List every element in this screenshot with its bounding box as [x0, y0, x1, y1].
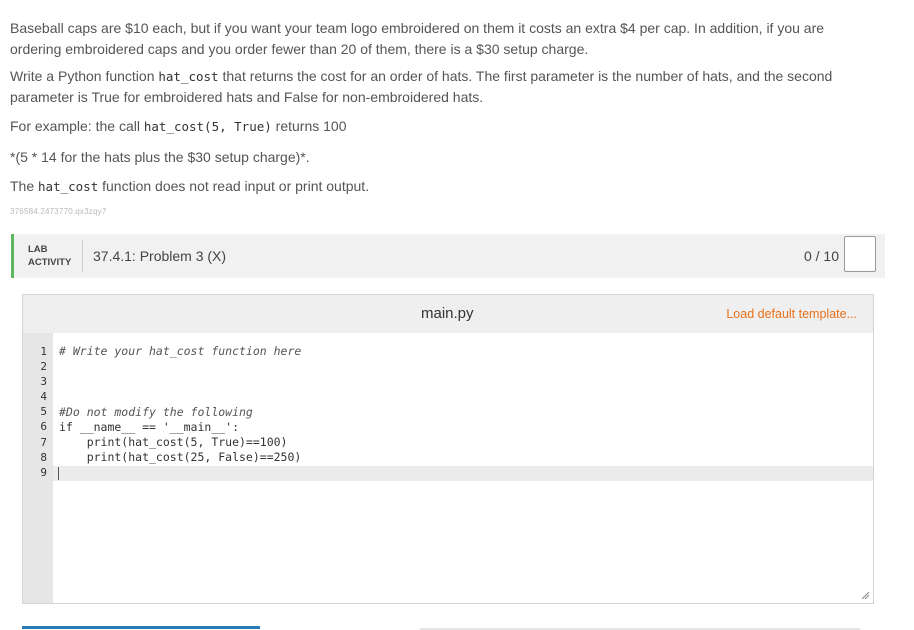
line-number: 6 — [40, 420, 47, 433]
code-editor: main.py Load default template... 1 2 3 4… — [22, 294, 874, 604]
code-line[interactable]: if __name__ == '__main__': — [59, 420, 239, 434]
code-input-area[interactable]: # Write your hat_cost function here #Do … — [53, 333, 873, 603]
lab-activity-label: LAB ACTIVITY — [28, 243, 71, 269]
line-number: 9 — [40, 466, 47, 479]
lab-title: 37.4.1: Problem 3 (X) — [93, 248, 227, 264]
line-number-gutter: 1 2 3 4 5 6 7 8 9 — [23, 333, 53, 603]
line-number: 2 — [40, 360, 47, 373]
next-section-bar — [22, 626, 260, 629]
line-number: 4 — [40, 390, 47, 403]
example-call: hat_cost(5, True) — [143, 119, 272, 134]
resize-handle-icon[interactable] — [862, 592, 869, 599]
example-text-post: returns 100 — [271, 118, 347, 134]
lab-score: 0 / 10 — [803, 248, 839, 264]
paragraph-io-note: The hat_cost function does not read inpu… — [10, 176, 369, 197]
score-completion-box — [844, 236, 876, 272]
code-line[interactable]: print(hat_cost(25, False)==250) — [59, 450, 302, 464]
lab-activity-header: LAB ACTIVITY 37.4.1: Problem 3 (X) 0 / 1… — [11, 234, 885, 278]
line-number: 7 — [40, 436, 47, 449]
paragraph-example: For example: the call hat_cost(5, True) … — [10, 116, 347, 137]
load-default-template-link[interactable]: Load default template... — [726, 307, 857, 321]
code-line[interactable]: print(hat_cost(5, True)==100) — [59, 435, 288, 449]
io-note-pre: The — [10, 178, 39, 194]
code-line[interactable]: #Do not modify the following — [59, 405, 253, 419]
io-note-post: function does not read input or print ou… — [98, 178, 370, 194]
example-text-pre: For example: the call — [10, 118, 144, 134]
paragraph-pricing: Baseball caps are $10 each, but if you w… — [10, 20, 825, 57]
line-number: 3 — [40, 375, 47, 388]
activity-id-tag: 376584.2473770.qx3zqy7 — [10, 207, 107, 216]
text-cursor — [58, 467, 59, 480]
paragraph-task: Write a Python function hat_cost that re… — [10, 66, 870, 108]
lab-header-divider — [82, 240, 83, 272]
code-line[interactable]: # Write your hat_cost function here — [59, 344, 301, 358]
paragraph-explanation: *(5 * 14 for the hats plus the $30 setup… — [10, 149, 310, 165]
lab-label-line1: LAB — [28, 244, 48, 255]
task-text-pre: Write a Python function — [10, 68, 159, 84]
line-number: 5 — [40, 405, 47, 418]
active-line-highlight — [53, 466, 873, 481]
lab-label-line2: ACTIVITY — [28, 257, 72, 268]
editor-toolbar: main.py Load default template... — [23, 295, 873, 333]
file-name: main.py — [421, 305, 474, 322]
io-note-function-name: hat_cost — [38, 179, 99, 194]
line-number: 1 — [40, 345, 47, 358]
line-number: 8 — [40, 451, 47, 464]
task-function-name: hat_cost — [158, 69, 219, 84]
